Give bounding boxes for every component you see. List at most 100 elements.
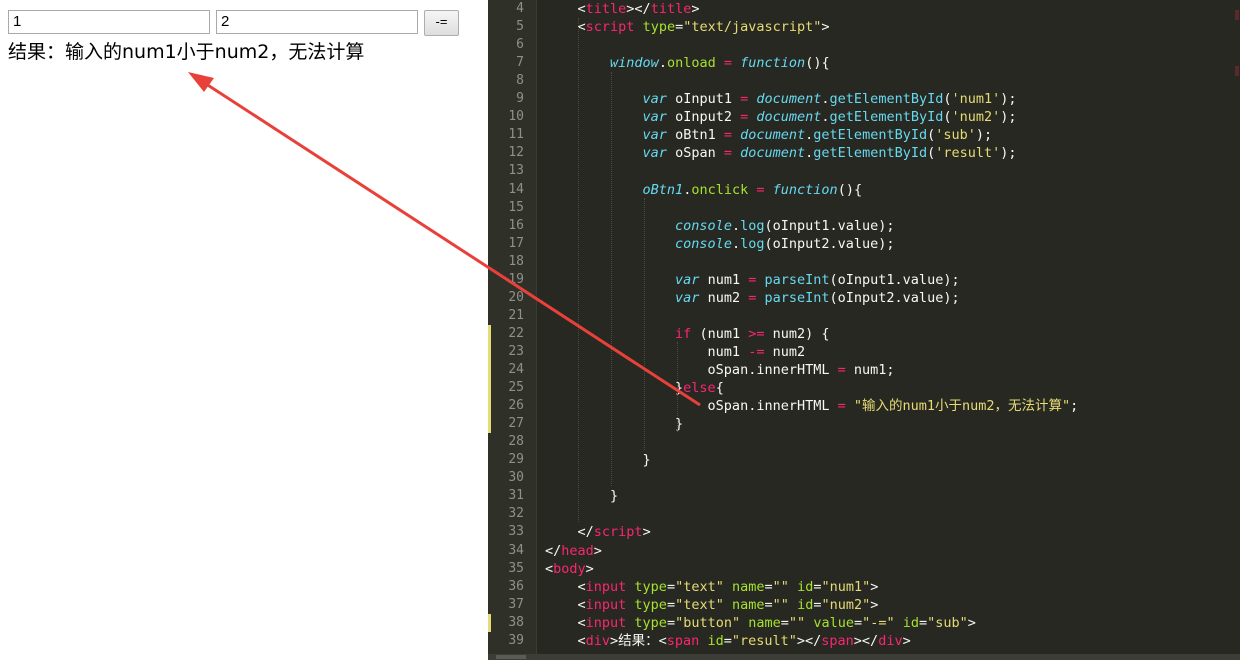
code-token: >: [870, 578, 879, 595]
code-token: var: [642, 145, 667, 162]
code-line: 26 oSpan.innerHTML = "输入的num1小于num2，无法计算…: [488, 397, 1240, 416]
horizontal-scrollbar[interactable]: [488, 654, 1240, 660]
code-token: "-=": [862, 614, 895, 631]
indent-guide: [611, 72, 612, 486]
line-number: 21: [508, 307, 524, 323]
code-token: .: [821, 109, 830, 126]
code-token: (: [927, 127, 936, 144]
code-token: =: [740, 91, 749, 108]
code-line: 34 </head>: [488, 542, 1240, 560]
code-token: "num2": [821, 596, 871, 613]
code-line: 36 <input type="text" name="" id="num1">: [488, 578, 1240, 596]
code-token: parseInt: [764, 289, 830, 306]
code-text: num1 -= num2: [545, 343, 806, 361]
line-number: 30: [508, 470, 524, 486]
code-token: document: [740, 145, 806, 162]
code-text: var num2 = parseInt(oInput2.value);: [545, 289, 960, 307]
code-text: window.onload = function(){: [545, 54, 830, 72]
code-token: ></: [626, 1, 651, 17]
code-token: }: [545, 452, 651, 469]
line-number: 37: [508, 596, 524, 612]
line-number: 8: [516, 73, 524, 89]
code-line: 29 }: [488, 451, 1240, 469]
code-line: 18: [488, 253, 1240, 271]
code-token: onload: [666, 55, 716, 72]
code-token: >: [585, 560, 594, 577]
line-number: 38: [508, 614, 524, 630]
code-token: =: [666, 578, 676, 595]
code-token: (: [927, 145, 936, 162]
code-line: 11 var oBtn1 = document.getElementById('…: [488, 126, 1240, 144]
code-token: }: [545, 416, 684, 433]
code-line: 21: [488, 307, 1240, 325]
indent-guide: [677, 342, 678, 432]
code-text: <input type="text" name="" id="num2">: [545, 596, 879, 614]
code-text: if (num1 >= num2) {: [545, 325, 830, 343]
code-line: 13: [488, 162, 1240, 180]
code-token: oSpan.innerHTML: [545, 398, 838, 415]
code-token: else: [683, 380, 716, 397]
code-text: oSpan.innerHTML = "输入的num1小于num2，无法计算";: [545, 397, 1079, 415]
code-token: num2) {: [764, 325, 830, 342]
code-token: document: [740, 127, 806, 144]
code-token: var: [675, 271, 700, 288]
code-token: (oInput1.value);: [764, 217, 895, 234]
code-editor[interactable]: 4 <title></title> 5 <script type="text/ja…: [488, 0, 1240, 660]
code-token: <: [545, 632, 586, 649]
line-number: 24: [508, 362, 524, 377]
code-token: function: [772, 181, 838, 198]
code-token: =: [723, 632, 732, 649]
line-number: 26: [508, 398, 524, 414]
code-token: num2: [764, 343, 806, 360]
num1-input[interactable]: 1: [8, 10, 210, 34]
code-text: <div>结果：<span id="result"></span></div>: [545, 632, 911, 650]
code-text: }: [545, 415, 683, 433]
code-token: =: [853, 614, 863, 631]
line-number: 28: [508, 434, 524, 450]
code-token: "sub": [927, 614, 968, 631]
code-token: "": [788, 614, 806, 631]
code-token: span: [666, 632, 700, 649]
browser-preview: 1 2 -= 结果：输入的num1小于num2，无法计算: [0, 0, 488, 660]
code-text: <input type="button" name="" value="-=" …: [545, 614, 976, 632]
subtract-button[interactable]: -=: [424, 10, 459, 36]
code-text: <script type="text/javascript">: [545, 18, 830, 36]
code-token: =: [756, 181, 765, 198]
line-number: 10: [508, 109, 524, 125]
num2-input[interactable]: 2: [216, 10, 418, 34]
code-token: =: [764, 578, 773, 595]
code-line: 20 var num2 = parseInt(oInput2.value);: [488, 289, 1240, 307]
line-number: 23: [508, 343, 524, 359]
code-line: 30: [488, 469, 1240, 487]
scrollbar-thumb[interactable]: [496, 655, 526, 659]
line-number: 14: [508, 181, 524, 197]
code-token: =: [723, 55, 733, 72]
code-text: oSpan.innerHTML = num1;: [545, 361, 895, 379]
code-token: );: [1000, 109, 1017, 126]
line-number: 35: [508, 560, 524, 576]
line-number: 4: [516, 1, 524, 16]
code-token: oInput2: [666, 109, 741, 126]
code-token: var: [642, 91, 667, 108]
code-token: );: [1000, 145, 1017, 162]
code-token: getElementById: [829, 91, 944, 108]
code-token: =: [780, 614, 789, 631]
code-text: </head>: [545, 542, 602, 560]
code-line: 6: [488, 36, 1240, 54]
code-token: </: [545, 524, 594, 541]
code-line: 9 var oInput1 = document.getElementById(…: [488, 90, 1240, 108]
code-line: 25 }else{: [488, 379, 1240, 398]
code-token: .: [731, 217, 741, 234]
code-token: input: [585, 578, 627, 595]
code-token: (){: [837, 181, 863, 198]
code-line: 38 <input type="button" name="" value="-…: [488, 613, 1240, 632]
code-text: </script>: [545, 523, 651, 541]
code-token: <: [545, 578, 586, 595]
code-token: "result": [731, 632, 797, 649]
